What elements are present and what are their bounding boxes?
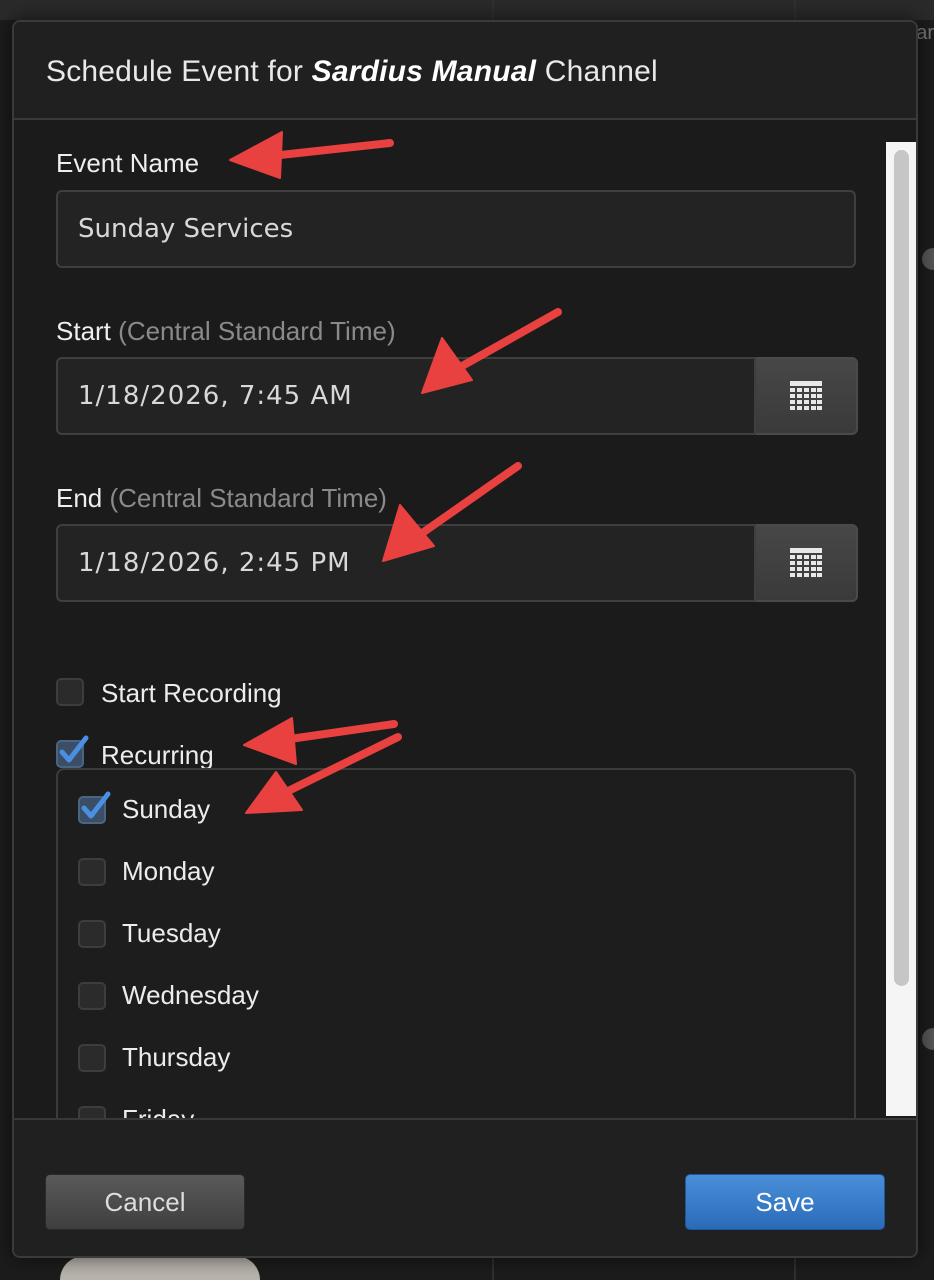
day-checkbox-monday[interactable] [78, 858, 106, 886]
dialog-title: Schedule Event for Sardius Manual Channe… [46, 55, 658, 89]
background-knob [922, 248, 934, 270]
day-checkbox-sunday[interactable] [78, 791, 111, 824]
save-button[interactable]: Save [685, 1174, 885, 1230]
end-datetime-input[interactable]: 1/18/2026, 2:45 PM [56, 524, 756, 602]
day-label-sunday: Sunday [122, 794, 211, 824]
start-label-text: Start [56, 316, 111, 346]
schedule-event-dialog: Schedule Event for Sardius Manual Channe… [12, 20, 918, 1258]
end-calendar-button[interactable] [756, 524, 858, 602]
background-thumbnail [60, 1256, 260, 1280]
dialog-footer: Cancel Save [14, 1118, 916, 1256]
end-timezone: (Central Standard Time) [109, 483, 387, 513]
day-label-wednesday: Wednesday [122, 980, 259, 1010]
day-label-thursday: Thursday [122, 1042, 231, 1072]
calendar-icon [790, 548, 822, 577]
dialog-body: Event Name Sunday Services Start (Centra… [14, 120, 916, 1118]
dialog-title-prefix: Schedule Event for [46, 55, 304, 88]
day-label-tuesday: Tuesday [122, 918, 221, 948]
day-checkbox-thursday[interactable] [78, 1044, 106, 1072]
start-timezone: (Central Standard Time) [118, 316, 396, 346]
checkmark-icon [81, 791, 111, 819]
start-datetime-input[interactable]: 1/18/2026, 7:45 AM [56, 357, 756, 435]
dialog-title-suffix: Channel [544, 55, 658, 88]
day-label-monday: Monday [122, 856, 215, 886]
dialog-channel-name: Sardius Manual [311, 55, 537, 88]
day-checkbox-wednesday[interactable] [78, 982, 106, 1010]
start-label: Start (Central Standard Time) [56, 316, 396, 347]
checkmark-icon [59, 735, 89, 763]
cancel-button[interactable]: Cancel [45, 1174, 245, 1230]
dialog-header: Schedule Event for Sardius Manual Channe… [14, 22, 916, 120]
background-knob [922, 1028, 934, 1050]
dialog-scrollbar-thumb[interactable] [894, 150, 909, 986]
recurring-label: Recurring [101, 740, 214, 770]
start-recording-checkbox[interactable] [56, 678, 84, 706]
background-edge-text: ar [916, 22, 934, 44]
start-calendar-button[interactable] [756, 357, 858, 435]
recurrence-days-list: Sunday Monday Tuesday Wednesday Thursday… [56, 768, 856, 1118]
day-label-friday: Friday [122, 1104, 194, 1118]
event-name-label: Event Name [56, 148, 200, 178]
end-label-text: End [56, 483, 103, 513]
calendar-icon [790, 381, 822, 410]
event-name-input[interactable]: Sunday Services [56, 190, 856, 268]
end-label: End (Central Standard Time) [56, 483, 387, 514]
day-checkbox-tuesday[interactable] [78, 920, 106, 948]
start-recording-label: Start Recording [101, 678, 282, 708]
recurring-checkbox[interactable] [56, 735, 89, 768]
day-checkbox-friday[interactable] [78, 1106, 106, 1118]
